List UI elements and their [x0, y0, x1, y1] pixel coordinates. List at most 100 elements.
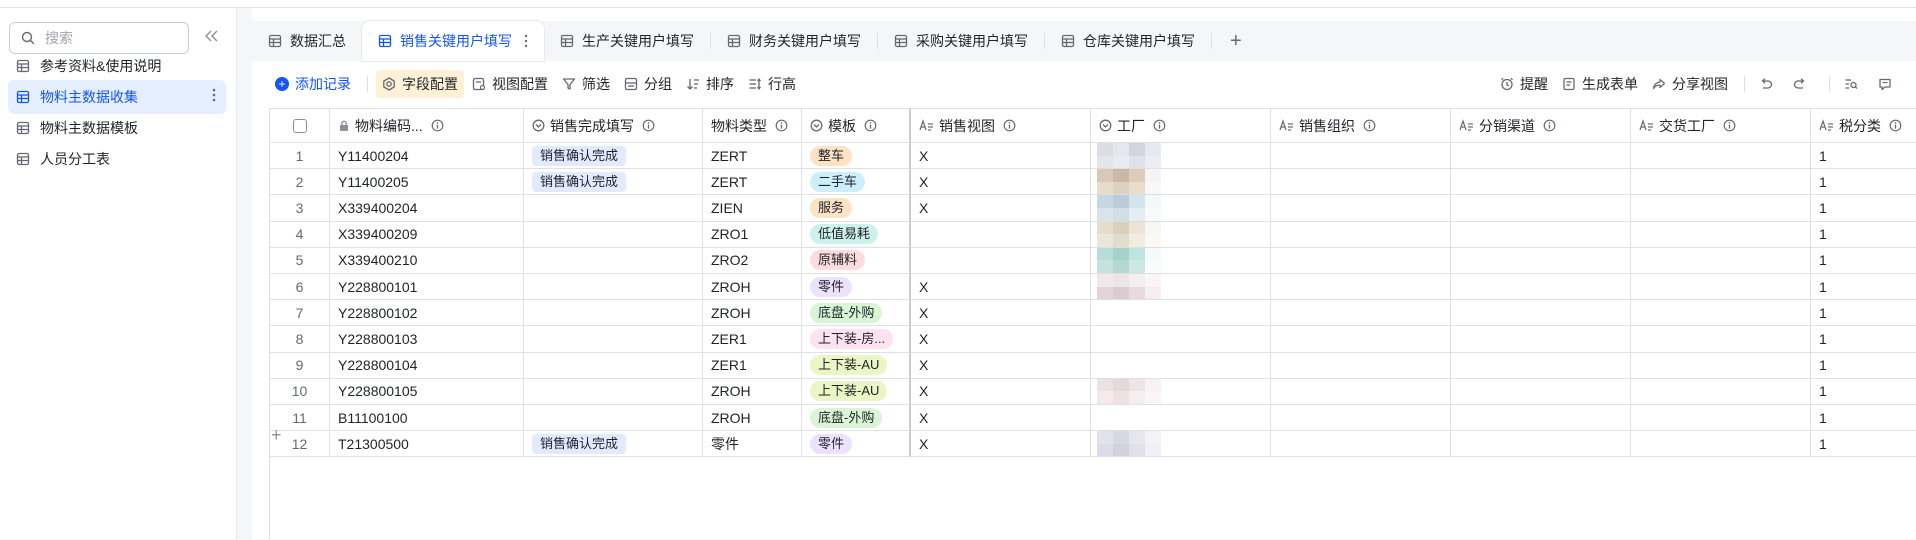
delivery-plant-cell[interactable]: [1631, 378, 1811, 405]
tax-class-cell[interactable]: 1: [1811, 248, 1916, 274]
info-icon[interactable]: [864, 119, 877, 132]
search-input[interactable]: [43, 29, 167, 47]
sidebar-item-0[interactable]: 参考资料&使用说明: [8, 49, 226, 83]
delivery-plant-cell[interactable]: [1631, 274, 1811, 301]
material-type-cell[interactable]: ZERT: [703, 169, 802, 196]
template-cell[interactable]: 低值易耗: [802, 221, 911, 248]
delivery-plant-cell[interactable]: [1631, 221, 1811, 248]
share-view-button[interactable]: 分享视图: [1646, 70, 1734, 98]
sales-org-cell[interactable]: [1271, 378, 1451, 405]
plant-cell[interactable]: [1091, 195, 1271, 222]
add-row-button[interactable]: +: [271, 425, 282, 446]
table-row[interactable]: 7 Y228800102 ZROH 底盘-外购 X 1: [270, 300, 1916, 327]
sales-org-cell[interactable]: [1271, 352, 1451, 379]
tab-4[interactable]: 采购关键用户填写: [878, 21, 1044, 61]
select-all-checkbox-cell[interactable]: [270, 109, 330, 143]
material-code-cell[interactable]: X339400209: [330, 221, 524, 248]
column-header-5[interactable]: 工厂: [1091, 109, 1271, 143]
column-header-6[interactable]: 销售组织: [1271, 109, 1451, 143]
field-config-button[interactable]: 字段配置: [376, 70, 464, 98]
channel-cell[interactable]: [1451, 274, 1631, 301]
plant-cell[interactable]: [1091, 169, 1271, 196]
sidebar-item-1[interactable]: 物料主数据收集: [8, 80, 226, 114]
sales-org-cell[interactable]: [1271, 169, 1451, 196]
table-row[interactable]: 1 Y11400204 销售确认完成 ZERT 整车 X 1: [270, 143, 1916, 170]
tab-more-icon[interactable]: [524, 34, 528, 48]
info-icon[interactable]: [1723, 119, 1736, 132]
table-row[interactable]: 3 X339400204 ZIEN 服务 X 1: [270, 195, 1916, 222]
info-icon[interactable]: [1363, 119, 1376, 132]
channel-cell[interactable]: [1451, 169, 1631, 196]
column-header-7[interactable]: 分销渠道: [1451, 109, 1631, 143]
channel-cell[interactable]: [1451, 326, 1631, 353]
table-row[interactable]: 12 T21300500 销售确认完成 零件 零件 X 1: [270, 431, 1916, 458]
info-icon[interactable]: [1153, 119, 1166, 132]
remind-button[interactable]: 提醒: [1494, 70, 1554, 98]
filter-button[interactable]: 筛选: [556, 70, 616, 98]
plant-cell[interactable]: [1091, 405, 1271, 432]
template-cell[interactable]: 底盘-外购: [802, 405, 911, 432]
tax-class-cell[interactable]: 1: [1811, 300, 1916, 327]
plant-cell[interactable]: [1091, 378, 1271, 405]
tab-3[interactable]: 财务关键用户填写: [711, 21, 877, 61]
material-type-cell[interactable]: ZROH: [703, 300, 802, 327]
info-icon[interactable]: [1003, 119, 1016, 132]
column-header-9[interactable]: 税分类: [1811, 109, 1916, 143]
sort-button[interactable]: 排序: [680, 70, 740, 98]
sales-status-cell[interactable]: [524, 195, 703, 222]
material-code-cell[interactable]: T21300500: [330, 431, 524, 458]
sales-org-cell[interactable]: [1271, 143, 1451, 170]
sales-view-cell[interactable]: X: [911, 300, 1091, 327]
delivery-plant-cell[interactable]: [1631, 143, 1811, 170]
channel-cell[interactable]: [1451, 195, 1631, 222]
table-row[interactable]: 6 Y228800101 ZROH 零件 X 1: [270, 274, 1916, 301]
column-header-1[interactable]: 销售完成填写: [524, 109, 703, 143]
template-cell[interactable]: 零件: [802, 274, 911, 301]
sales-org-cell[interactable]: [1271, 195, 1451, 222]
delivery-plant-cell[interactable]: [1631, 169, 1811, 196]
plant-cell[interactable]: [1091, 247, 1271, 274]
plant-cell[interactable]: [1091, 274, 1271, 301]
tax-class-cell[interactable]: 1: [1811, 195, 1916, 222]
sales-view-cell[interactable]: X: [911, 143, 1091, 170]
sales-view-cell[interactable]: X: [911, 274, 1091, 301]
tax-class-cell[interactable]: 1: [1811, 143, 1916, 170]
undo-button[interactable]: [1753, 70, 1785, 98]
sales-status-cell[interactable]: [524, 352, 703, 379]
plant-cell[interactable]: [1091, 221, 1271, 248]
tab-2[interactable]: 生产关键用户填写: [544, 21, 710, 61]
template-cell[interactable]: 整车: [802, 143, 911, 170]
sales-view-cell[interactable]: X: [911, 378, 1091, 405]
row-height-button[interactable]: 行高: [742, 70, 802, 98]
sales-status-cell[interactable]: [524, 247, 703, 274]
table-row[interactable]: 9 Y228800104 ZER1 上下装-AU X 1: [270, 352, 1916, 379]
delivery-plant-cell[interactable]: [1631, 405, 1811, 432]
plant-cell[interactable]: [1091, 352, 1271, 379]
delivery-plant-cell[interactable]: [1631, 300, 1811, 327]
delivery-plant-cell[interactable]: [1631, 195, 1811, 222]
material-type-cell[interactable]: ZROH: [703, 378, 802, 405]
material-type-cell[interactable]: 零件: [703, 431, 802, 458]
table-row[interactable]: 10 Y228800105 ZROH 上下装-AU X 1: [270, 378, 1916, 405]
column-header-4[interactable]: 销售视图: [911, 109, 1091, 143]
tax-class-cell[interactable]: 1: [1811, 379, 1916, 405]
material-type-cell[interactable]: ZROH: [703, 405, 802, 432]
tax-class-cell[interactable]: 1: [1811, 405, 1916, 432]
tax-class-cell[interactable]: 1: [1811, 326, 1916, 353]
table-row[interactable]: 4 X339400209 ZRO1 低值易耗 1: [270, 221, 1916, 248]
material-code-cell[interactable]: Y228800105: [330, 378, 524, 405]
plant-cell[interactable]: [1091, 326, 1271, 353]
sales-status-cell[interactable]: [524, 405, 703, 432]
template-cell[interactable]: 原辅料: [802, 247, 911, 274]
sales-status-cell[interactable]: [524, 378, 703, 405]
template-cell[interactable]: 服务: [802, 195, 911, 222]
sales-org-cell[interactable]: [1271, 326, 1451, 353]
info-icon[interactable]: [775, 119, 788, 132]
sidebar-item-3[interactable]: 人员分工表: [8, 142, 226, 176]
template-cell[interactable]: 底盘-外购: [802, 300, 911, 327]
material-type-cell[interactable]: ZROH: [703, 274, 802, 301]
plant-cell[interactable]: [1091, 431, 1271, 458]
material-code-cell[interactable]: X339400204: [330, 195, 524, 222]
sales-view-cell[interactable]: X: [911, 169, 1091, 196]
sales-view-cell[interactable]: X: [911, 431, 1091, 458]
